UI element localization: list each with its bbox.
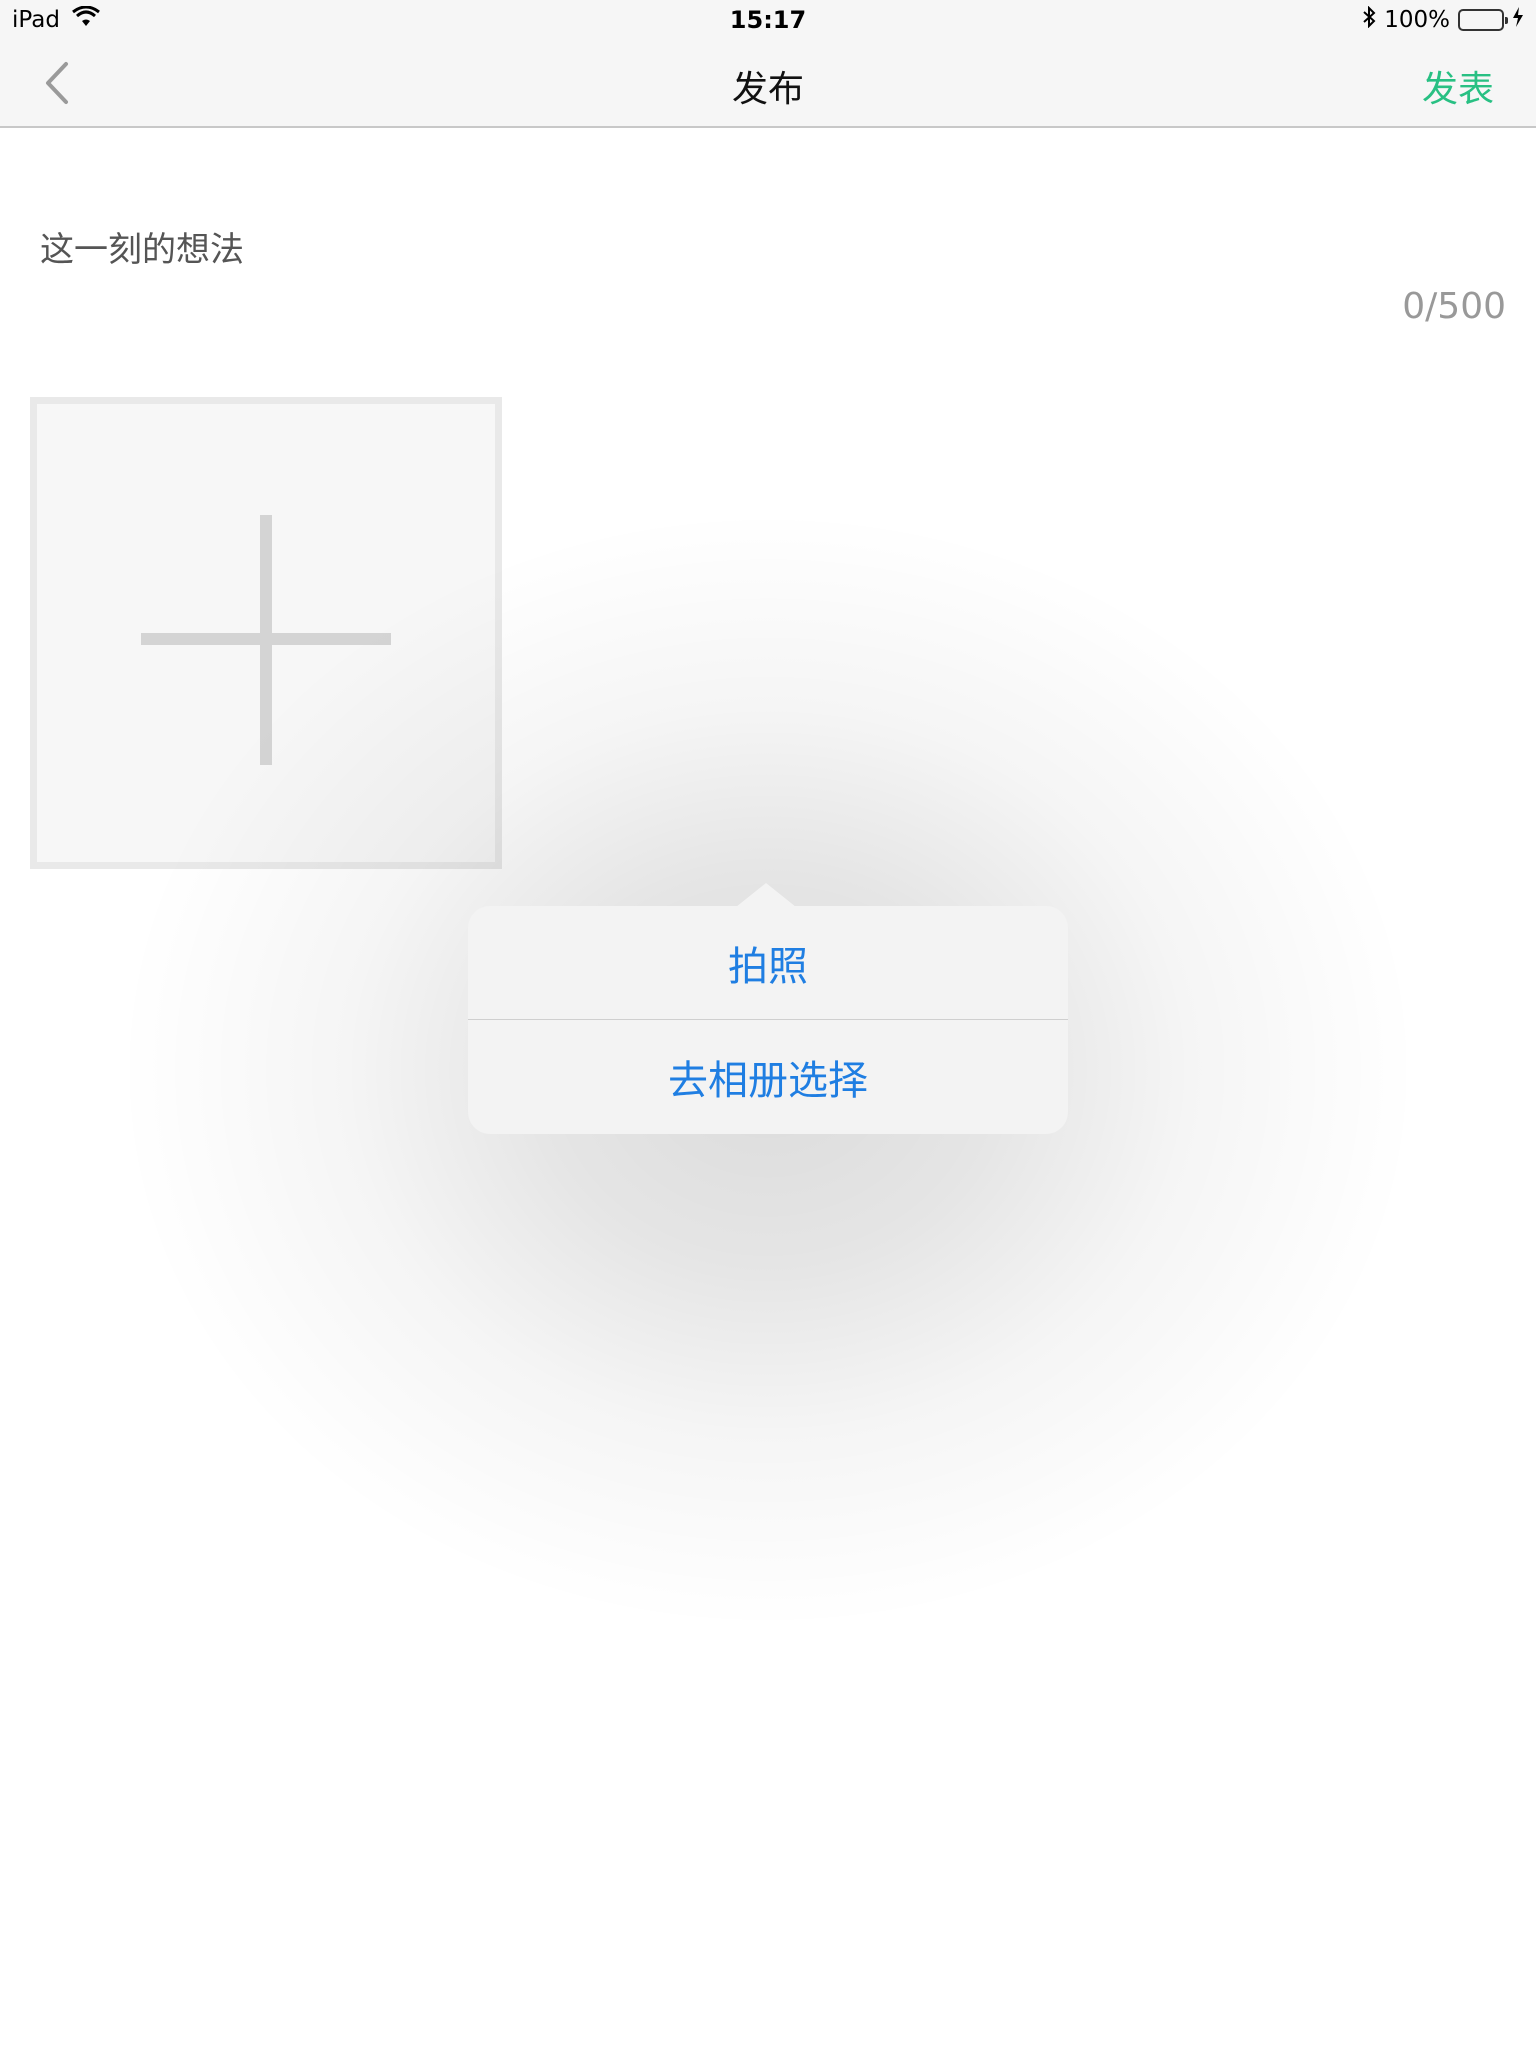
screen: iPad 15:17 100% 发布 发表 这一刻的想法 0/500 拍照 去相… [0, 0, 1536, 2048]
add-photo-button[interactable] [30, 397, 502, 869]
popover-arrow [736, 883, 796, 907]
character-counter: 0/500 [1402, 286, 1506, 327]
take-photo-option[interactable]: 拍照 [468, 906, 1068, 1020]
battery-percent: 100% [1384, 7, 1450, 33]
status-bar: iPad 15:17 100% [0, 0, 1536, 40]
photo-source-popover: 拍照 去相册选择 [468, 883, 1068, 1134]
navigation-bar: 发布 发表 [0, 40, 1536, 128]
thought-input[interactable]: 这一刻的想法 [40, 222, 244, 271]
status-time: 15:17 [729, 6, 807, 34]
plus-icon-vertical [260, 515, 272, 765]
choose-from-album-option[interactable]: 去相册选择 [468, 1020, 1068, 1134]
publish-button[interactable]: 发表 [1422, 60, 1494, 112]
bluetooth-icon [1362, 5, 1376, 34]
page-title: 发布 [731, 69, 804, 110]
battery-icon [1458, 9, 1508, 31]
battery-tip [1505, 17, 1508, 24]
charging-icon [1512, 7, 1524, 33]
status-right: 100% [1362, 5, 1524, 34]
